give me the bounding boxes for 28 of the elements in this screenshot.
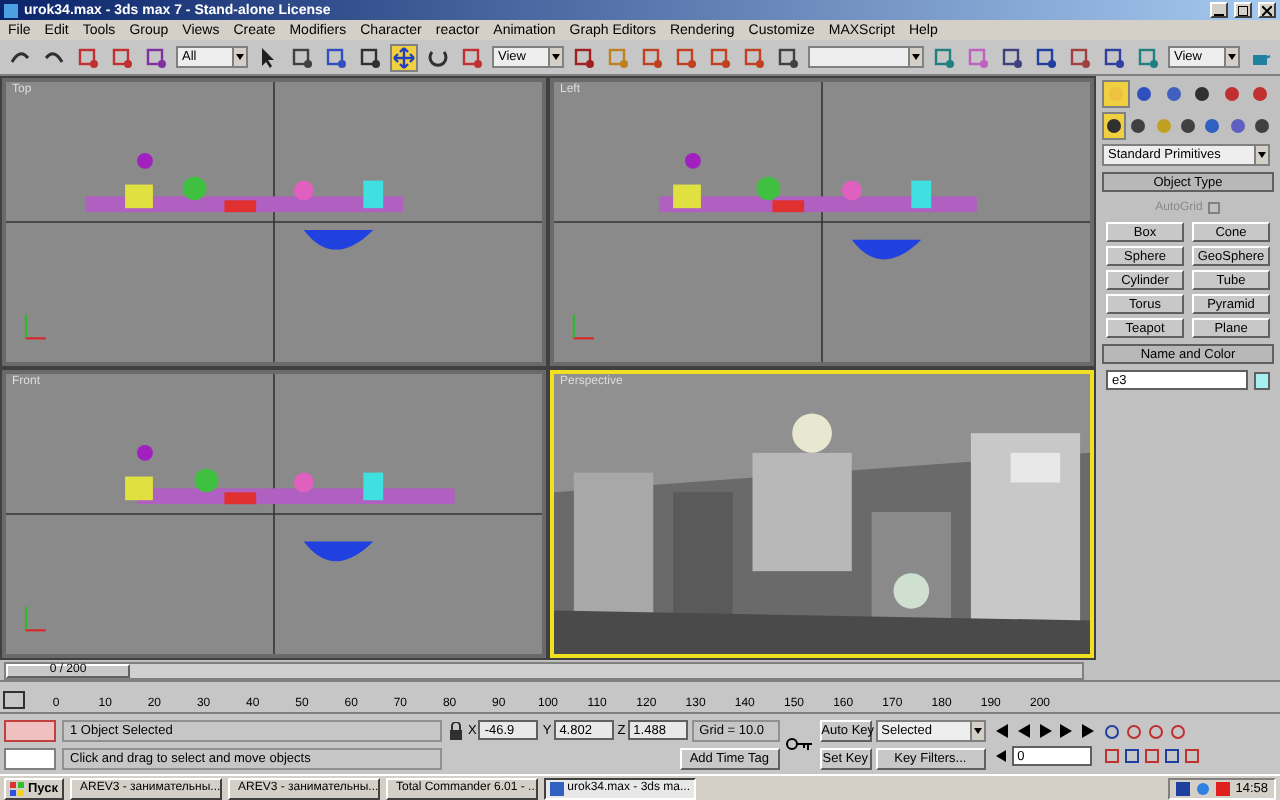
axis-tripod-icon bbox=[24, 605, 47, 632]
key-icon[interactable] bbox=[785, 736, 814, 752]
track-bar-icon[interactable] bbox=[0, 688, 28, 712]
maximize-button[interactable] bbox=[1234, 2, 1252, 18]
minimize-button[interactable] bbox=[1210, 2, 1228, 18]
close-icon bbox=[1262, 5, 1272, 15]
toolbar-dropdown[interactable] bbox=[808, 46, 924, 68]
caret-icon bbox=[973, 727, 982, 733]
lock-icon[interactable] bbox=[448, 721, 464, 739]
toolbar-button[interactable] bbox=[390, 43, 418, 71]
axis-tripod-icon bbox=[572, 313, 595, 340]
move-icon bbox=[392, 45, 416, 69]
app-icon bbox=[4, 3, 18, 17]
play-icon[interactable] bbox=[1035, 722, 1054, 740]
app-icon bbox=[550, 781, 564, 795]
script-input-field[interactable] bbox=[4, 747, 56, 769]
caret-icon bbox=[1228, 54, 1236, 60]
close-button[interactable] bbox=[1258, 2, 1276, 18]
windows-logo-icon bbox=[10, 781, 24, 795]
color-swatch[interactable] bbox=[1254, 371, 1270, 389]
caret-icon bbox=[552, 54, 560, 60]
pointer-icon bbox=[256, 45, 280, 69]
category-button[interactable] bbox=[1102, 111, 1127, 139]
axis-tripod-icon bbox=[24, 313, 47, 340]
caret-icon bbox=[912, 54, 920, 60]
script-listener-field[interactable] bbox=[4, 719, 56, 741]
caret-icon bbox=[236, 54, 244, 60]
caret-icon bbox=[1258, 152, 1266, 158]
